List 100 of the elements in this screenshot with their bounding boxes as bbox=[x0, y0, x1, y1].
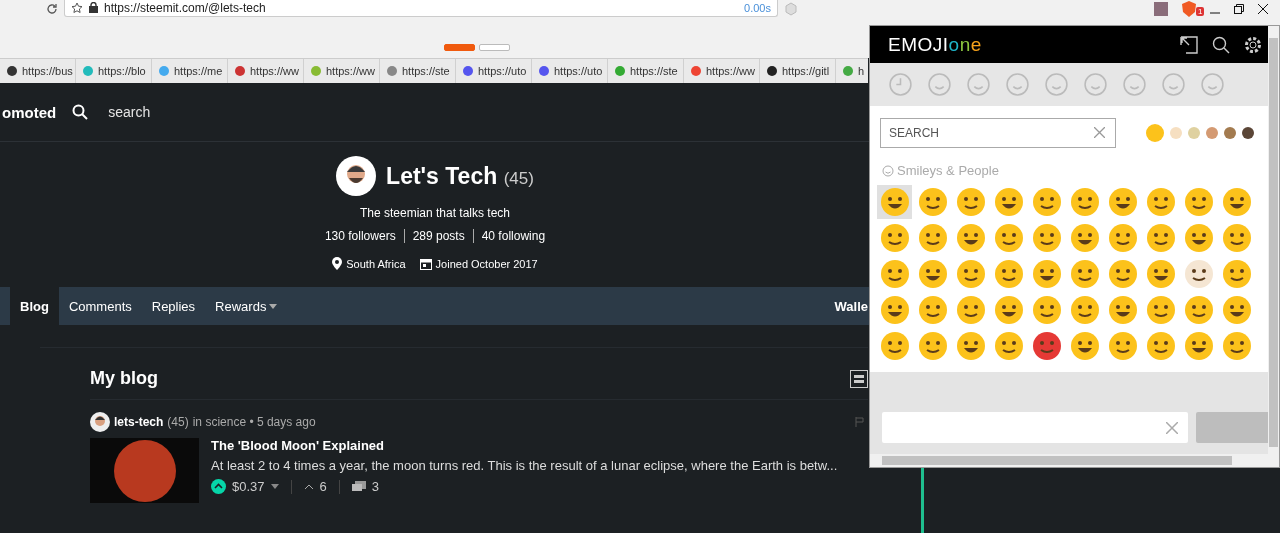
upvote-icon[interactable] bbox=[211, 479, 226, 494]
wallet-link[interactable]: Walle bbox=[834, 298, 868, 314]
emoji-face-icon bbox=[1107, 187, 1138, 217]
skin-tone-swatch[interactable] bbox=[1170, 127, 1182, 139]
site-icon bbox=[158, 65, 170, 77]
comments-icon bbox=[351, 480, 366, 493]
emoji-face-icon bbox=[1221, 295, 1252, 325]
emoji-face-icon bbox=[993, 259, 1024, 289]
payout-amount: $0.37 bbox=[232, 479, 265, 494]
profile-stat[interactable]: 289 posts bbox=[403, 229, 473, 243]
post-meta: in science • 5 days ago bbox=[192, 415, 316, 429]
skin-tone-swatch[interactable] bbox=[1146, 124, 1164, 142]
emoji-face-icon bbox=[993, 187, 1024, 217]
emoji-face-icon bbox=[1107, 295, 1138, 325]
profile-tab[interactable]: Rewards bbox=[205, 287, 288, 325]
emoji-face-icon bbox=[917, 295, 948, 325]
emoji-face-icon bbox=[917, 259, 948, 289]
emoji-face-icon bbox=[993, 331, 1024, 361]
emoji-face-icon bbox=[1069, 331, 1100, 361]
search-icon[interactable] bbox=[1212, 35, 1230, 54]
profile-stat[interactable]: 130 followers bbox=[316, 229, 404, 243]
site-icon bbox=[6, 65, 18, 77]
reload-icon[interactable] bbox=[46, 3, 58, 15]
skin-tone-swatch[interactable] bbox=[1242, 127, 1254, 139]
photo-placeholder[interactable] bbox=[90, 438, 199, 503]
emoji-face-icon bbox=[1107, 259, 1138, 289]
address-bar[interactable]: https://steemit.com/@lets-tech 0.00s bbox=[64, 0, 778, 17]
chevron-up-icon bbox=[303, 483, 314, 490]
url-text: https://steemit.com/@lets-tech bbox=[104, 0, 267, 15]
profile-tab[interactable]: Comments bbox=[58, 287, 142, 325]
clear-icon[interactable] bbox=[1094, 127, 1105, 138]
profile-tab[interactable]: Blog bbox=[10, 287, 59, 325]
emoji-face-icon bbox=[1069, 187, 1100, 217]
category-label: Smileys & People bbox=[897, 163, 999, 178]
emoji-face-icon bbox=[993, 223, 1024, 253]
emoji-face-icon bbox=[955, 331, 986, 361]
section-heading: My blog bbox=[90, 368, 158, 389]
bookmark[interactable]: https://uto bbox=[456, 59, 532, 83]
profile-stat[interactable]: 40 following bbox=[472, 229, 554, 243]
emoji-face-icon bbox=[917, 223, 948, 253]
emoji-face-icon bbox=[1031, 295, 1062, 325]
site-icon bbox=[690, 65, 702, 77]
emoji-cell[interactable] bbox=[877, 185, 912, 219]
close-icon[interactable] bbox=[1258, 4, 1268, 14]
list-view-icon[interactable] bbox=[850, 369, 868, 388]
bookmark[interactable]: https://ww bbox=[304, 59, 380, 83]
bookmark[interactable]: https://gitl bbox=[760, 59, 836, 83]
site-icon bbox=[386, 65, 398, 77]
profile-tab[interactable]: Replies bbox=[141, 287, 206, 325]
author-name[interactable]: lets-tech bbox=[114, 415, 164, 429]
site-name[interactable]: omoted bbox=[2, 103, 57, 121]
bookmark[interactable]: https://ste bbox=[608, 59, 684, 83]
emoji-face-icon bbox=[1145, 259, 1176, 289]
emoji-face-icon bbox=[1221, 223, 1252, 253]
emoji-face-icon bbox=[1107, 223, 1138, 253]
bookmark[interactable]: https://blo bbox=[76, 59, 152, 83]
site-icon bbox=[842, 65, 854, 77]
search-icon[interactable] bbox=[72, 104, 89, 120]
emoji-face-icon bbox=[955, 223, 986, 253]
location-pin-icon bbox=[332, 257, 343, 270]
site-icon bbox=[614, 65, 626, 77]
horizontal-scrollbar[interactable] bbox=[870, 454, 1268, 467]
bookmark[interactable]: https://ww bbox=[684, 59, 760, 83]
bookmark[interactable]: https://me bbox=[152, 59, 228, 83]
emoji-face-icon bbox=[1031, 187, 1062, 217]
emoji-face-icon bbox=[1221, 187, 1252, 217]
skin-tone-swatch[interactable] bbox=[1224, 127, 1236, 139]
restore-icon[interactable] bbox=[1234, 4, 1244, 14]
emoji-face-icon bbox=[1183, 223, 1214, 253]
vertical-scrollbar[interactable] bbox=[1268, 26, 1279, 467]
skin-tone-swatch[interactable] bbox=[1188, 127, 1200, 139]
load-time: 0.00s bbox=[744, 1, 771, 14]
lock-icon bbox=[89, 2, 98, 13]
site-icon bbox=[462, 65, 474, 77]
shield-icon[interactable] bbox=[1182, 1, 1196, 17]
emoji-face-icon bbox=[1107, 331, 1138, 361]
bookmark[interactable]: https://ste bbox=[380, 59, 456, 83]
profile-name: Let's Tech (45) bbox=[386, 162, 534, 190]
settings-icon[interactable] bbox=[1244, 35, 1262, 54]
emoji-face-icon bbox=[1031, 331, 1062, 361]
comment-count: 3 bbox=[371, 479, 379, 494]
emoji-input-field[interactable] bbox=[882, 412, 1188, 443]
emoji-face-icon bbox=[917, 331, 948, 361]
post-title[interactable]: The 'Blood Moon' Explained bbox=[211, 438, 838, 453]
location-text: South Africa bbox=[346, 257, 406, 270]
emoji-face-icon bbox=[1031, 223, 1062, 253]
emoji-face-icon bbox=[955, 295, 986, 325]
emoji-face-icon bbox=[879, 259, 910, 289]
search-field[interactable]: search bbox=[108, 104, 151, 120]
expand-icon[interactable] bbox=[1180, 35, 1198, 54]
emoji-face-icon bbox=[879, 223, 910, 253]
bookmark[interactable]: https://bus bbox=[0, 59, 76, 83]
notification-badge: 1 bbox=[1196, 7, 1205, 16]
emoji-search-field[interactable]: SEARCH bbox=[880, 118, 1116, 148]
bookmark[interactable]: https://ww bbox=[228, 59, 304, 83]
bookmark[interactable]: https://uto bbox=[532, 59, 608, 83]
skin-tone-swatch[interactable] bbox=[1206, 127, 1218, 139]
emoji-face-icon bbox=[917, 187, 948, 217]
star-icon[interactable] bbox=[71, 1, 83, 14]
site-icon bbox=[82, 65, 94, 77]
